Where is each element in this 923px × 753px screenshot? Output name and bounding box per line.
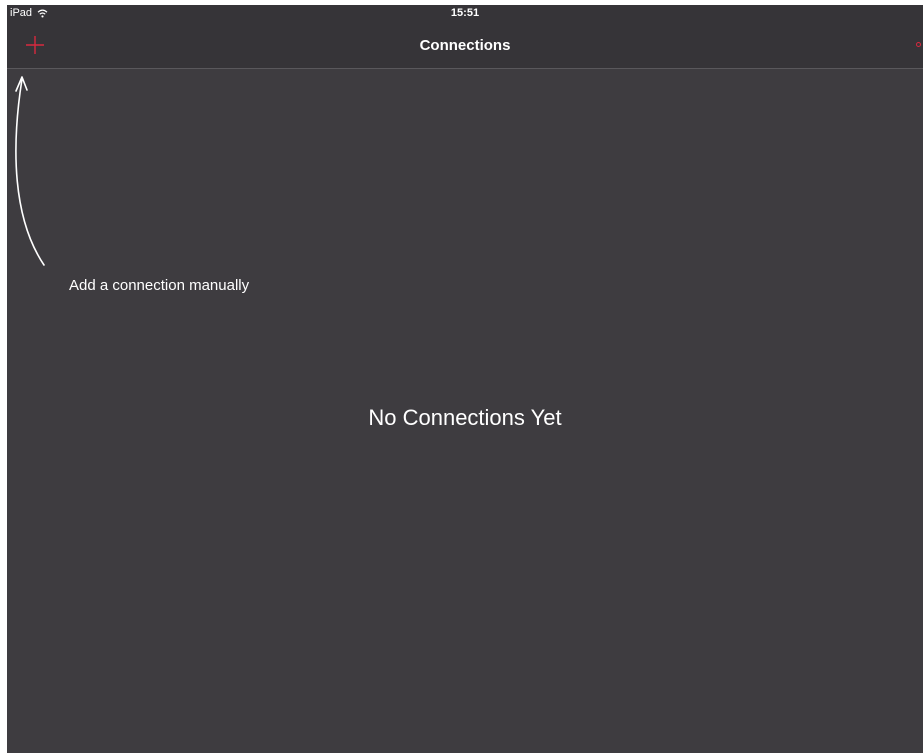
empty-state-message: No Connections Yet <box>368 405 562 430</box>
more-dot-icon <box>916 42 921 47</box>
navigation-bar: Connections <box>7 23 923 69</box>
status-time: 15:51 <box>450 7 480 19</box>
more-options-button[interactable] <box>916 42 923 47</box>
curved-arrow-icon <box>15 76 45 266</box>
hint-label: Add a connection manually <box>69 277 250 294</box>
page-title: Connections <box>419 37 511 54</box>
status-bar: iPad 15:51 <box>7 5 923 23</box>
app-screen: iPad 15:51 Connections Add a connection … <box>7 5 923 753</box>
